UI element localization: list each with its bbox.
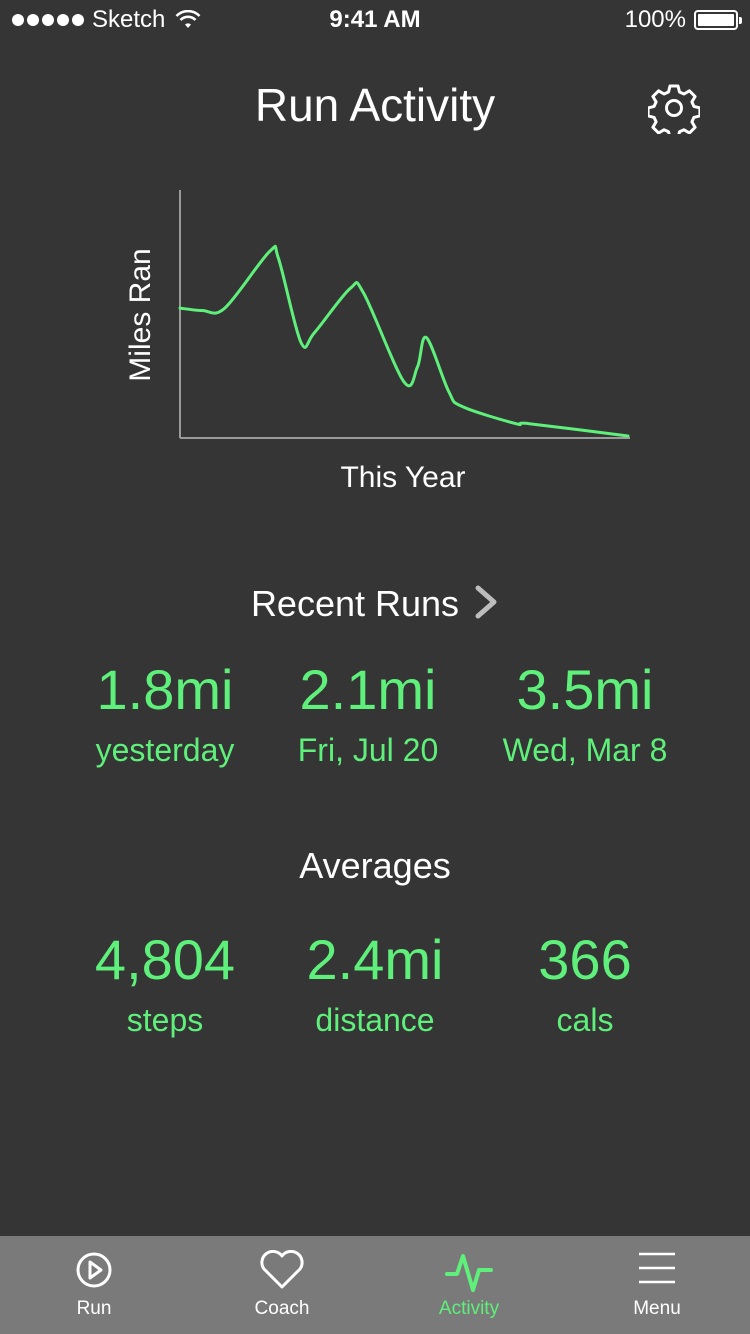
average-distance: 2.4mi distance — [265, 928, 485, 1040]
average-steps: 4,804 steps — [55, 928, 275, 1040]
chart-ylabel: Miles Ran — [124, 248, 157, 381]
heart-icon — [188, 1249, 376, 1294]
tab-label: Menu — [633, 1298, 681, 1319]
averages-title: Averages — [299, 845, 451, 886]
chart-series-line — [178, 244, 630, 438]
recent-run-distance: 1.8mi — [96, 658, 234, 721]
tab-menu[interactable]: Menu — [563, 1236, 750, 1334]
average-label: cals — [556, 1002, 614, 1038]
tab-bar: Run Coach Activity Menu — [0, 1236, 750, 1334]
average-calories: 366 cals — [475, 928, 695, 1040]
tab-run[interactable]: Run — [0, 1236, 188, 1334]
tab-coach[interactable]: Coach — [188, 1236, 376, 1334]
tab-activity[interactable]: Activity — [375, 1236, 563, 1334]
chart-xlabel: This Year — [340, 461, 465, 494]
average-label: distance — [315, 1002, 435, 1038]
recent-runs-header[interactable]: Recent Runs — [0, 583, 750, 629]
average-value: 2.4mi — [306, 928, 444, 991]
average-label: steps — [126, 1002, 204, 1038]
tab-label: Run — [76, 1298, 112, 1319]
recent-run-date: Wed, Mar 8 — [502, 732, 668, 768]
recent-run-distance: 3.5mi — [516, 658, 654, 721]
activity-pulse-icon — [375, 1250, 563, 1294]
tab-label: Coach — [254, 1298, 310, 1319]
recent-run-distance: 2.1mi — [299, 658, 437, 721]
hamburger-menu-icon — [563, 1250, 750, 1294]
recent-run-date: yesterday — [95, 732, 235, 768]
average-value: 366 — [538, 928, 632, 991]
recent-run-3[interactable]: 3.5mi Wed, Mar 8 — [475, 658, 695, 770]
recent-run-date: Fri, Jul 20 — [297, 732, 439, 768]
recent-run-2[interactable]: 2.1mi Fri, Jul 20 — [258, 658, 478, 770]
chart-svg: Miles Ran This Year — [124, 190, 630, 494]
recent-run-1[interactable]: 1.8mi yesterday — [55, 658, 275, 770]
recent-runs-title: Recent Runs — [250, 583, 460, 624]
tab-label: Activity — [438, 1298, 500, 1319]
activity-chart: Miles Ran This Year — [0, 0, 750, 520]
play-circle-icon — [0, 1250, 188, 1294]
chevron-right-icon — [473, 584, 499, 629]
average-value: 4,804 — [94, 928, 236, 991]
